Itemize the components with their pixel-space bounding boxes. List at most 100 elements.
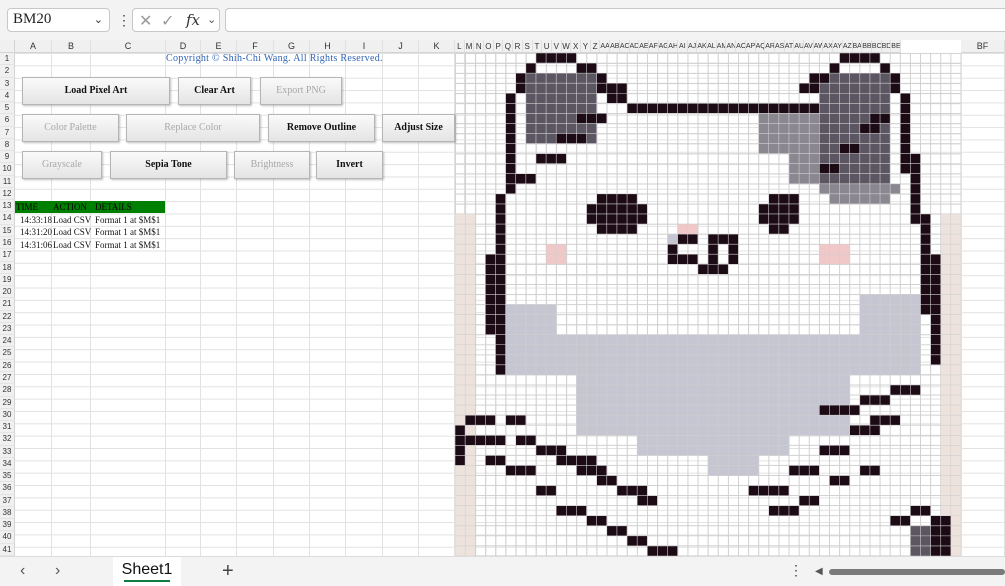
replace-color-button[interactable]: Replace Color <box>126 114 260 142</box>
column-header[interactable]: M <box>464 40 475 53</box>
pixel-cell[interactable] <box>819 445 850 456</box>
column-header[interactable]: Q <box>503 40 514 53</box>
row-header[interactable]: 12 <box>0 187 15 201</box>
column-header[interactable]: BD <box>881 40 892 53</box>
pixel-cell[interactable] <box>616 485 648 496</box>
row-header[interactable]: 5 <box>0 102 15 115</box>
sepia-tone-button[interactable]: Sepia Tone <box>110 151 227 179</box>
adjust-size-button[interactable]: Adjust Size <box>382 114 455 142</box>
column-header[interactable]: AL <box>707 40 717 53</box>
pixel-cell[interactable] <box>535 153 567 164</box>
chevron-down-icon[interactable]: ⌄ <box>207 13 216 26</box>
column-header[interactable]: BB <box>862 40 872 53</box>
column-header[interactable]: N <box>474 40 485 53</box>
column-header[interactable]: AE <box>639 40 649 53</box>
row-header[interactable]: 16 <box>0 237 15 250</box>
column-header[interactable]: AT <box>784 40 795 53</box>
column-header[interactable]: AZ <box>842 40 853 53</box>
column-header[interactable]: AQ <box>755 40 766 53</box>
row-header[interactable]: 11 <box>0 175 15 188</box>
pixel-cell[interactable] <box>930 254 941 365</box>
column-header[interactable]: S <box>522 40 533 53</box>
row-header[interactable]: 31 <box>0 421 15 434</box>
row-header[interactable]: 17 <box>0 249 15 262</box>
column-header[interactable]: X <box>571 40 582 53</box>
column-header[interactable]: W <box>561 40 572 53</box>
column-header[interactable]: AU <box>794 40 805 53</box>
row-header[interactable]: 27 <box>0 371 15 385</box>
sheet-tab[interactable]: Sheet1 <box>113 557 181 586</box>
row-header[interactable]: 3 <box>0 77 15 90</box>
pixel-cell[interactable] <box>829 63 840 74</box>
column-header[interactable]: Z <box>590 40 601 53</box>
column-header[interactable]: AW <box>813 40 824 53</box>
row-header[interactable]: 13 <box>0 200 15 213</box>
pixel-cell[interactable] <box>788 465 820 476</box>
column-header[interactable]: D <box>166 40 201 53</box>
select-all-corner[interactable] <box>0 40 15 53</box>
column-header[interactable]: AA <box>600 40 611 53</box>
pixel-cell[interactable] <box>576 465 607 476</box>
column-header[interactable]: AR <box>765 40 775 53</box>
row-header[interactable]: 6 <box>0 114 15 127</box>
row-header[interactable]: 29 <box>0 396 15 409</box>
horizontal-scrollbar[interactable]: ◀ <box>815 566 1005 578</box>
row-header[interactable]: 21 <box>0 298 15 311</box>
column-header[interactable]: AO <box>736 40 746 53</box>
row-header[interactable]: 38 <box>0 506 15 520</box>
pixel-cell[interactable] <box>505 304 557 375</box>
pixel-cell[interactable] <box>768 193 800 204</box>
row-header[interactable]: 26 <box>0 359 15 372</box>
row-header[interactable]: 10 <box>0 163 15 176</box>
load-pixel-art-button[interactable]: Load Pixel Art <box>22 77 170 105</box>
pixel-cell[interactable] <box>788 153 820 184</box>
row-header[interactable]: 4 <box>0 89 15 103</box>
row-header[interactable]: 19 <box>0 273 15 287</box>
row-header[interactable]: 7 <box>0 126 15 139</box>
pixel-cell[interactable] <box>708 234 739 245</box>
column-header[interactable]: L <box>455 40 465 53</box>
column-header[interactable]: J <box>383 40 419 53</box>
pixel-cell[interactable] <box>576 113 607 124</box>
formula-input[interactable] <box>225 8 1005 32</box>
row-header[interactable]: 15 <box>0 224 15 238</box>
column-header[interactable]: AH <box>668 40 678 53</box>
column-header[interactable]: O <box>484 40 494 53</box>
column-header[interactable]: Y <box>581 40 591 53</box>
column-header[interactable]: AC <box>619 40 630 53</box>
more-options-icon[interactable]: ⋮ <box>789 562 803 579</box>
row-header[interactable]: 14 <box>0 212 15 225</box>
remove-outline-button[interactable]: Remove Outline <box>268 114 375 142</box>
column-header[interactable]: AP <box>745 40 756 53</box>
column-header[interactable]: B <box>52 40 91 53</box>
column-header[interactable]: BC <box>871 40 882 53</box>
pixel-art-cat[interactable] <box>455 53 961 556</box>
row-header[interactable]: 1 <box>0 53 15 66</box>
row-header[interactable]: 8 <box>0 138 15 152</box>
column-header[interactable]: AD <box>629 40 640 53</box>
prev-sheet-icon[interactable]: ‹ <box>20 562 25 580</box>
fx-icon[interactable]: fx <box>186 11 200 29</box>
scrollbar-thumb[interactable] <box>829 569 1005 575</box>
row-header[interactable]: 22 <box>0 310 15 323</box>
row-header[interactable]: 33 <box>0 445 15 458</box>
column-header[interactable]: V <box>551 40 562 53</box>
pixel-cell[interactable] <box>890 384 921 396</box>
column-header[interactable]: K <box>419 40 455 53</box>
column-header[interactable]: AY <box>833 40 843 53</box>
pixel-cell[interactable] <box>556 133 587 144</box>
column-header[interactable]: I <box>346 40 383 53</box>
column-header[interactable]: R <box>513 40 523 53</box>
next-sheet-icon[interactable]: › <box>55 562 60 580</box>
column-header[interactable]: AG <box>658 40 669 53</box>
grayscale-button[interactable]: Grayscale <box>22 151 102 179</box>
column-header[interactable]: U <box>542 40 552 53</box>
row-header[interactable]: 2 <box>0 65 15 78</box>
column-header[interactable]: AV <box>804 40 814 53</box>
row-header[interactable]: 24 <box>0 335 15 348</box>
pixel-cell[interactable] <box>859 395 891 406</box>
clear-art-button[interactable]: Clear Art <box>178 77 251 105</box>
pixel-cell[interactable] <box>869 415 901 426</box>
invert-button[interactable]: Invert <box>316 151 383 179</box>
enter-icon[interactable]: ✓ <box>161 11 174 31</box>
